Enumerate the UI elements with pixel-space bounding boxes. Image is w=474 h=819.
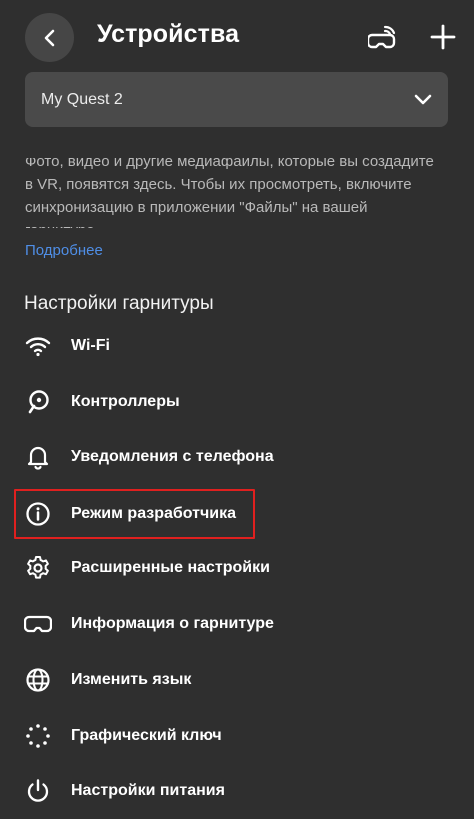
menu-item-label: Wi-Fi xyxy=(71,337,110,354)
menu-item-power-settings[interactable]: Настройки питания xyxy=(0,767,474,815)
page-title: Устройства xyxy=(97,20,240,48)
menu-item-controllers[interactable]: Контроллеры xyxy=(0,378,474,426)
devices-screen: Устройства My Quest 2 Фото, видео и друг… xyxy=(0,0,474,819)
chevron-left-icon xyxy=(44,29,54,46)
menu-item-headset-info[interactable]: Информация о гарнитуре xyxy=(0,600,474,648)
menu-item-change-language[interactable]: Изменить язык xyxy=(0,656,474,704)
plus-icon xyxy=(430,24,456,50)
info-icon xyxy=(24,500,52,528)
chevron-down-icon xyxy=(414,94,432,104)
cast-to-headset-icon xyxy=(368,25,396,49)
menu-item-label: Уведомления с телефона xyxy=(71,448,274,465)
menu-item-wifi[interactable]: Wi-Fi xyxy=(0,322,474,370)
device-select[interactable]: My Quest 2 xyxy=(25,72,448,127)
menu-item-label: Настройки питания xyxy=(71,782,225,799)
menu-item-label: Расширенные настройки xyxy=(71,559,270,576)
headset-icon xyxy=(24,610,52,638)
media-sync-info-text: Фото, видео и другие медиафайлы, которые… xyxy=(25,158,434,228)
menu-item-label: Контроллеры xyxy=(71,393,180,410)
globe-icon xyxy=(24,666,52,694)
menu-item-label: Информация о гарнитуре xyxy=(71,615,274,632)
gear-icon xyxy=(24,554,52,582)
add-device-button[interactable] xyxy=(426,20,460,54)
wifi-icon xyxy=(24,332,52,360)
pattern-icon xyxy=(24,722,52,750)
bell-icon xyxy=(24,443,52,471)
menu-item-label: Режим разработчика xyxy=(71,505,237,522)
section-title: Настройки гарнитуры xyxy=(24,293,214,314)
menu-item-phone-notifications[interactable]: Уведомления с телефона xyxy=(0,433,474,481)
menu-item-label: Изменить язык xyxy=(71,671,192,688)
menu-item-advanced-settings[interactable]: Расширенные настройки xyxy=(0,544,474,592)
menu-item-developer-mode[interactable]: Режим разработчика xyxy=(0,490,474,538)
controller-icon xyxy=(24,388,52,416)
header: Устройства xyxy=(0,0,474,72)
learn-more-link[interactable]: Подробнее xyxy=(25,242,103,259)
menu-item-label: Графический ключ xyxy=(71,727,222,744)
power-icon xyxy=(24,777,52,805)
media-sync-info: Фото, видео и другие медиафайлы, которые… xyxy=(25,158,445,228)
device-select-value: My Quest 2 xyxy=(41,90,123,108)
menu-item-unlock-pattern[interactable]: Графический ключ xyxy=(0,712,474,760)
back-button[interactable] xyxy=(25,13,74,62)
cast-button[interactable] xyxy=(366,22,400,54)
